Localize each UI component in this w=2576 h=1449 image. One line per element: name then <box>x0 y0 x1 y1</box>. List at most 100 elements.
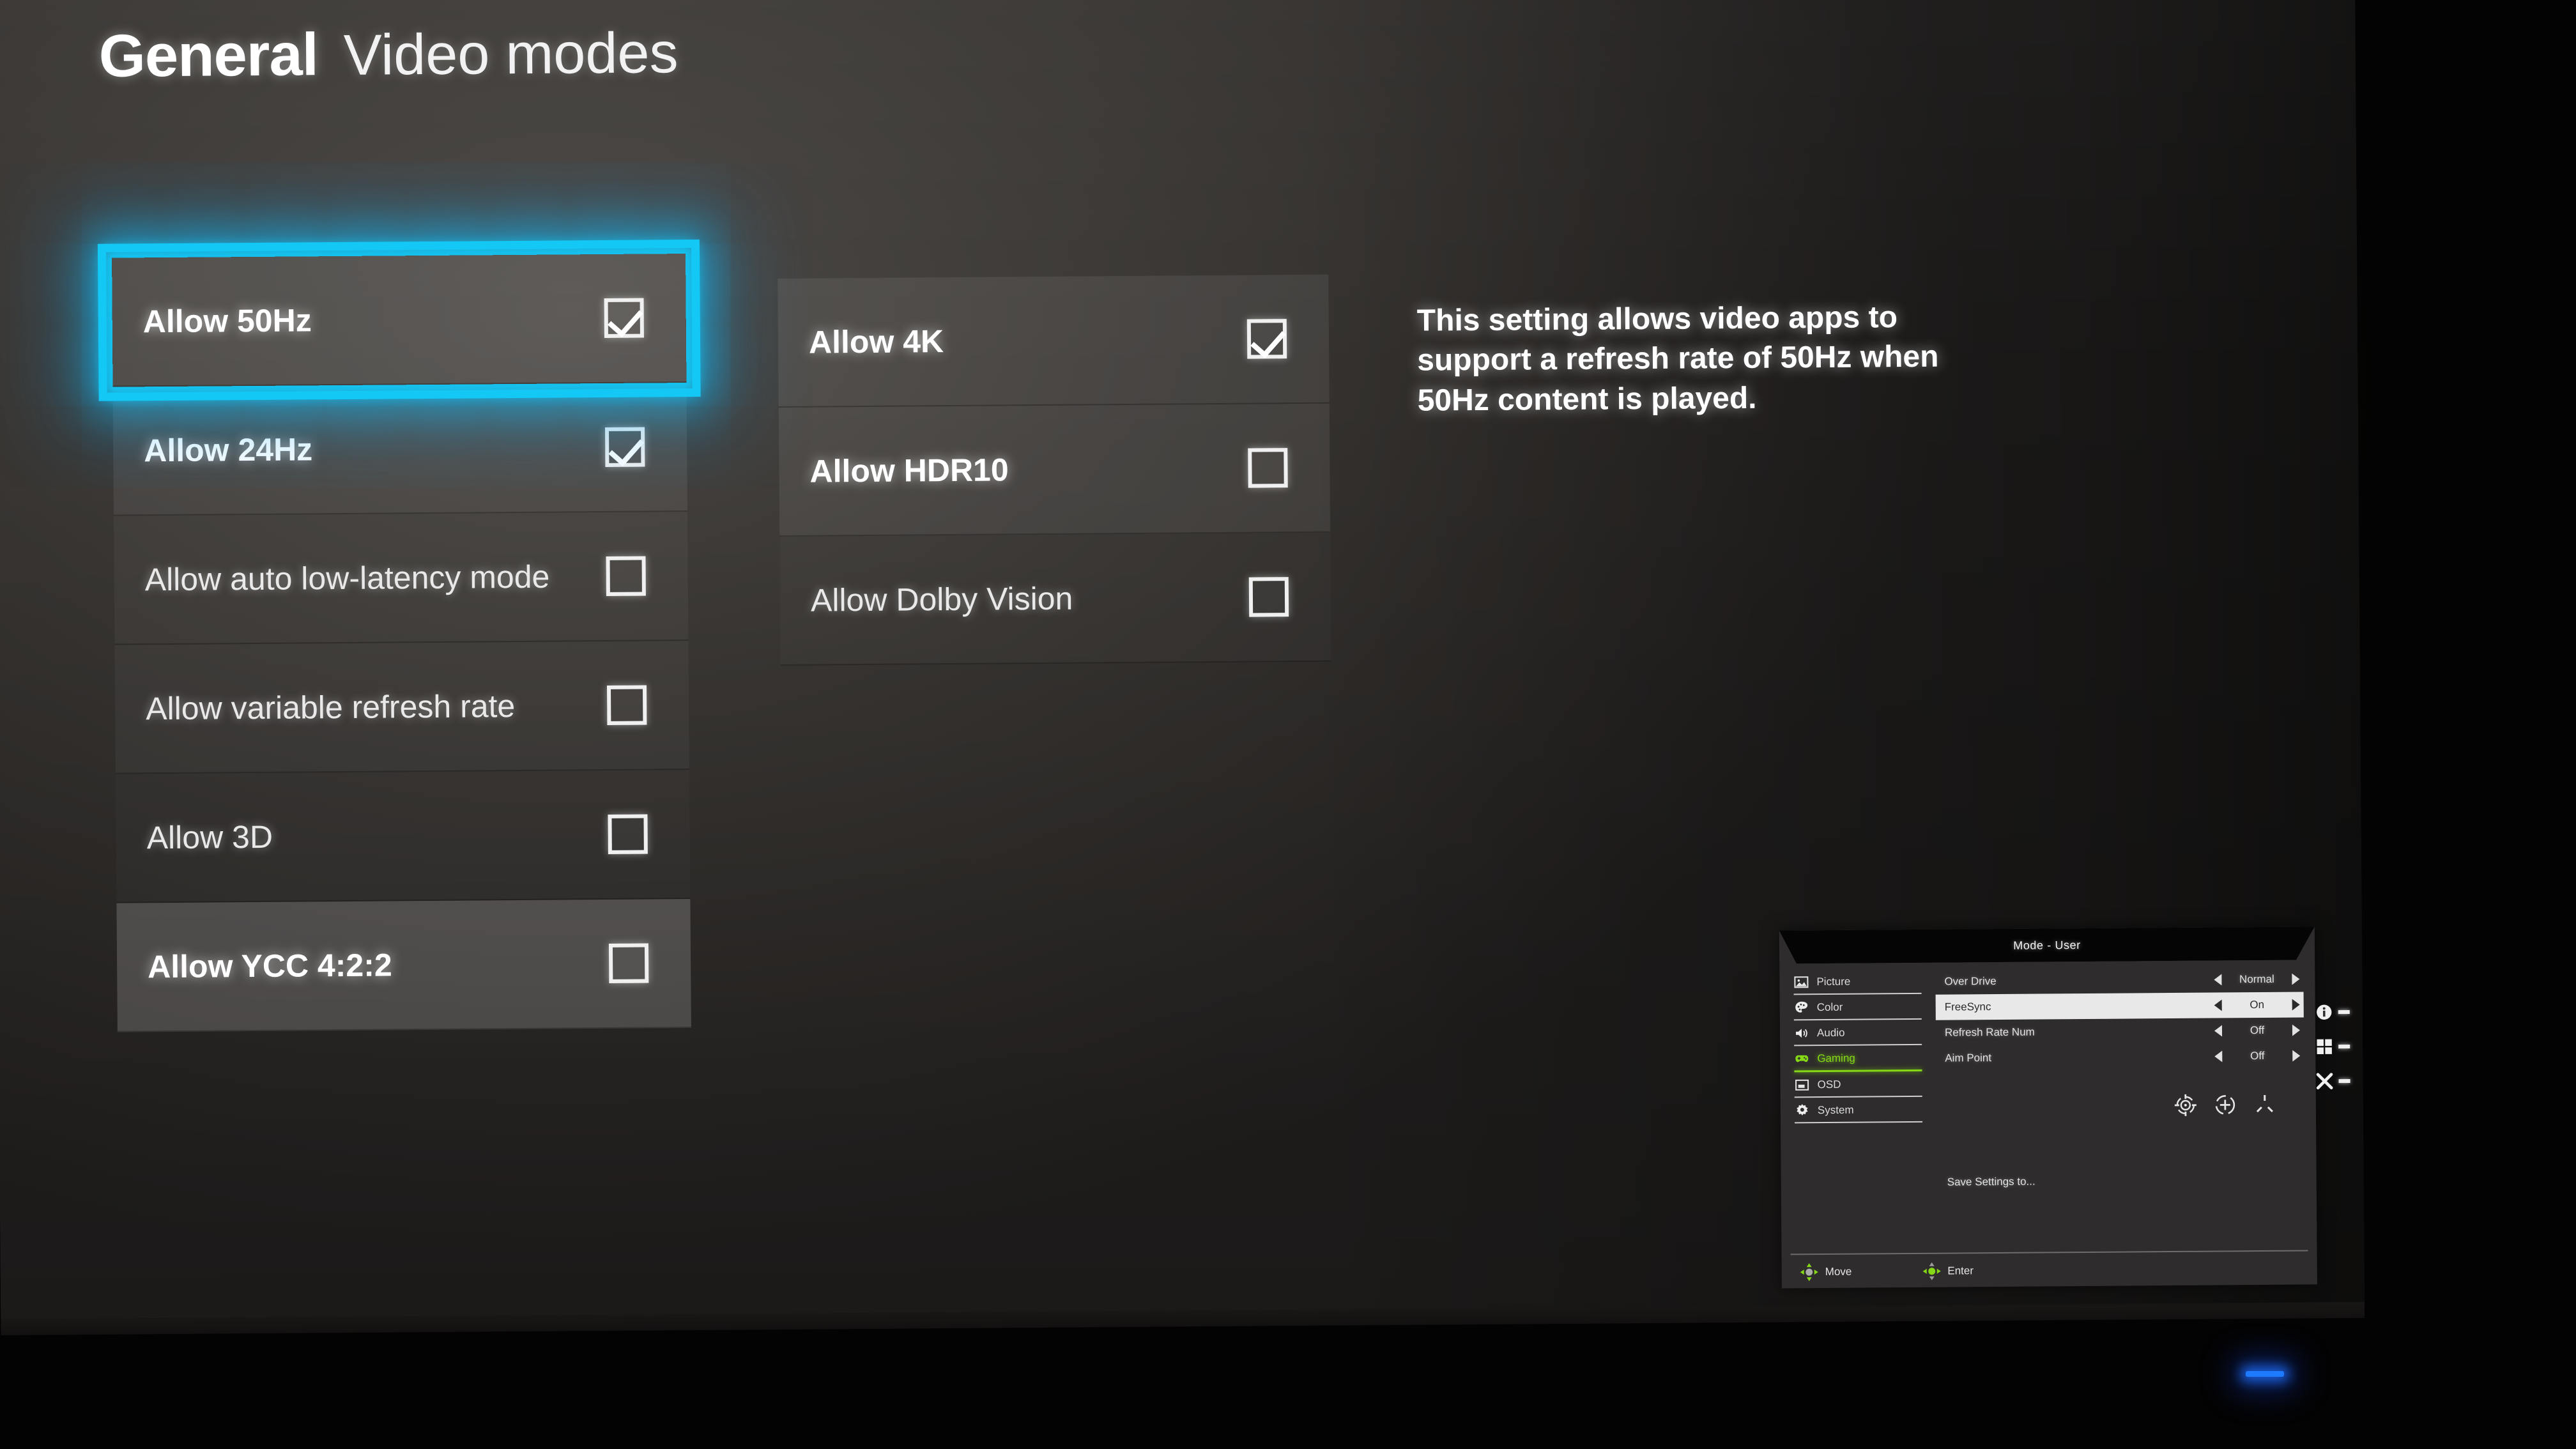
osd-side-button-info[interactable] <box>2315 1003 2350 1021</box>
osd-nav-item-system[interactable]: System <box>1795 1099 1922 1121</box>
list-item-allow-dolby-vision[interactable]: Allow Dolby Vision <box>779 532 1331 666</box>
crosshair-dot-icon[interactable] <box>2173 1092 2198 1118</box>
checkbox-allow-auto-low-latency-mode[interactable] <box>606 556 646 596</box>
osd-option-aim-point[interactable]: Aim Point Off <box>1936 1043 2304 1071</box>
osd-nav-label: Color <box>1816 1000 1843 1014</box>
list-item-allow-50hz[interactable]: Allow 50Hz <box>98 239 701 402</box>
osd-option-label: Refresh Rate Num <box>1944 1025 2035 1039</box>
checkbox-allow-hdr10[interactable] <box>1248 448 1288 488</box>
palette-icon <box>1795 1001 1808 1013</box>
checkbox-allow-24hz[interactable] <box>605 427 645 467</box>
screen-surface: General Video modes Allow 50Hz Allow 24H… <box>0 0 2365 1319</box>
gear-icon <box>1797 1104 1808 1116</box>
chevron-left-icon[interactable] <box>2214 999 2222 1011</box>
page-title-general: General <box>98 20 319 89</box>
aim-point-presets <box>1936 1069 2304 1120</box>
video-modes-list-secondary: Allow 4K Allow HDR10 Allow Dolby Vision <box>778 274 1331 666</box>
osd-nav: Picture Color Audio Gaming OSD System <box>1779 968 1933 1239</box>
list-item-label: Allow auto low-latency mode <box>144 558 550 598</box>
monitor-osd: Mode - User Picture Color Audio Gaming O… <box>1779 926 2350 1289</box>
osd-side-dash <box>2338 1078 2350 1084</box>
osd-nav-label: OSD <box>1817 1078 1841 1091</box>
chevron-right-icon[interactable] <box>2292 1024 2301 1036</box>
osd-option-refresh-rate-num[interactable]: Refresh Rate Num Off <box>1936 1018 2304 1046</box>
page-title-video-modes: Video modes <box>343 21 678 88</box>
osd-option-over-drive[interactable]: Over Drive Normal <box>1935 967 2303 995</box>
checkbox-allow-3d[interactable] <box>608 814 648 854</box>
chevron-left-icon[interactable] <box>2214 1025 2223 1037</box>
osd-nav-divider <box>1794 1043 1922 1046</box>
grid-icon <box>2317 1039 2332 1055</box>
checkbox-allow-4k[interactable] <box>1246 319 1287 359</box>
osd-nav-label: Picture <box>1816 975 1851 988</box>
info-icon <box>2317 1004 2332 1020</box>
osd-hint-bar: Move Enter <box>1790 1250 2308 1282</box>
osd-side-button-close[interactable] <box>2315 1072 2350 1090</box>
monitor-panel: General Video modes Allow 50Hz Allow 24H… <box>0 0 2365 1335</box>
checkbox-allow-dolby-vision[interactable] <box>1248 577 1289 617</box>
monitor-photo: General Video modes Allow 50Hz Allow 24H… <box>0 0 2576 1449</box>
setting-description: This setting allows video apps to suppor… <box>1416 300 1939 418</box>
osd-nav-item-osd[interactable]: OSD <box>1794 1073 1922 1096</box>
osd-nav-divider-active <box>1794 1069 1922 1073</box>
osd-option-value: On <box>2250 998 2265 1011</box>
list-item-label: Allow 4K <box>808 323 944 360</box>
osd-nav-divider <box>1795 1121 1923 1124</box>
gamepad-icon <box>1795 1055 1809 1062</box>
image-icon <box>1794 976 1809 988</box>
list-item-label: Allow 3D <box>146 818 273 856</box>
osd-option-label: Aim Point <box>1945 1052 1992 1064</box>
osd-option-label: FreeSync <box>1944 1000 1991 1013</box>
list-item-label: Allow 50Hz <box>142 302 312 340</box>
osd-nav-divider <box>1793 992 1922 995</box>
power-led-indicator <box>2246 1371 2284 1377</box>
chevron-right-icon[interactable] <box>2292 999 2300 1011</box>
list-item-allow-auto-low-latency-mode[interactable]: Allow auto low-latency mode <box>113 512 689 645</box>
osd-icon <box>1795 1079 1809 1091</box>
chevron-left-icon[interactable] <box>2214 1050 2223 1062</box>
osd-nav-item-audio[interactable]: Audio <box>1794 1022 1922 1044</box>
osd-nav-item-picture[interactable]: Picture <box>1793 970 1921 993</box>
osd-option-freesync[interactable]: FreeSync On <box>1935 992 2304 1020</box>
osd-nav-divider <box>1793 1018 1922 1021</box>
close-icon <box>2316 1073 2333 1090</box>
osd-nav-item-gaming[interactable]: Gaming <box>1794 1047 1922 1070</box>
list-item-allow-4k[interactable]: Allow 4K <box>778 274 1330 408</box>
dpad-green-icon <box>1922 1262 1941 1280</box>
osd-nav-divider <box>1794 1095 1922 1098</box>
osd-option-value: Off <box>2250 1023 2265 1037</box>
reticle-marks-icon[interactable] <box>2252 1092 2278 1117</box>
dpad-icon <box>1800 1263 1818 1282</box>
osd-hint-label: Move <box>1825 1265 1852 1278</box>
list-item-label: Allow variable refresh rate <box>146 688 516 727</box>
osd-hint-enter: Enter <box>1922 1261 1974 1281</box>
chevron-left-icon[interactable] <box>2214 974 2222 986</box>
list-item-label: Allow HDR10 <box>809 452 1009 489</box>
video-modes-list-primary: Allow 50Hz Allow 24Hz Allow auto low-lat… <box>98 239 701 1032</box>
osd-nav-item-color[interactable]: Color <box>1794 996 1922 1018</box>
osd-side-button-grid[interactable] <box>2315 1038 2350 1055</box>
checkbox-allow-50hz[interactable] <box>604 298 644 338</box>
chevron-right-icon[interactable] <box>2292 1050 2301 1062</box>
list-item-allow-variable-refresh-rate[interactable]: Allow variable refresh rate <box>114 641 689 774</box>
list-item-allow-3d[interactable]: Allow 3D <box>115 770 691 903</box>
list-item-label: Allow YCC 4:2:2 <box>147 947 392 985</box>
list-item-allow-24hz[interactable]: Allow 24Hz <box>112 383 687 516</box>
list-item-allow-ycc-422[interactable]: Allow YCC 4:2:2 <box>116 899 691 1032</box>
chevron-right-icon[interactable] <box>2292 973 2300 985</box>
osd-options: Over Drive Normal FreeSync On Refresh Ra… <box>1931 965 2317 1237</box>
list-item-label: Allow Dolby Vision <box>810 580 1073 618</box>
crosshair-plus-icon[interactable] <box>2212 1092 2238 1117</box>
osd-hint-move: Move <box>1800 1262 1852 1282</box>
list-item-allow-hdr10[interactable]: Allow HDR10 <box>778 403 1331 537</box>
osd-nav-label: Gaming <box>1817 1052 1855 1065</box>
osd-option-label: Over Drive <box>1944 975 1997 988</box>
osd-body: Picture Color Audio Gaming OSD System Ov… <box>1779 960 2317 1238</box>
osd-nav-label: System <box>1817 1103 1854 1117</box>
osd-option-value: Off <box>2250 1049 2265 1062</box>
checkbox-allow-ycc-422[interactable] <box>608 943 649 983</box>
list-item-label: Allow 24Hz <box>144 431 313 469</box>
checkbox-allow-variable-refresh-rate[interactable] <box>606 685 647 725</box>
osd-title-bar: Mode - User <box>1779 926 2315 963</box>
osd-option-value: Normal <box>2239 972 2274 986</box>
